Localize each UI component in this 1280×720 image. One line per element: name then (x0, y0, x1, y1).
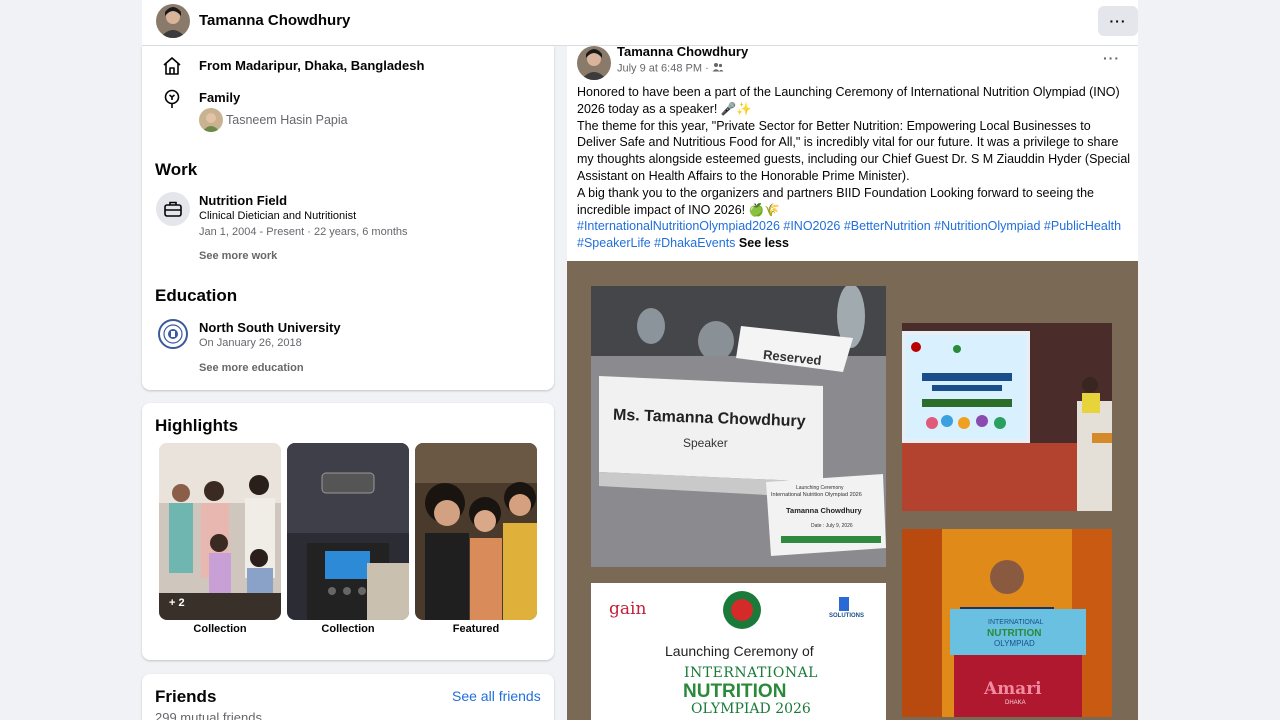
small-card-line1: Launching Ceremony (796, 485, 844, 491)
highlights-heading: Highlights (155, 416, 239, 435)
small-card-line2: International Nutrition Olympiad 2026 (771, 492, 862, 498)
family-icon (160, 87, 184, 111)
work-dates: Jan 1, 2004 - Present · 22 years, 6 mont… (199, 226, 408, 238)
small-card-date: Date : July 9, 2026 (811, 523, 853, 529)
highlight-caption: Featured (452, 623, 500, 635)
university-logo-icon (158, 319, 188, 349)
highlight-collection-1[interactable]: + 2 (159, 443, 281, 620)
briefcase-icon (156, 192, 190, 226)
post-photo-podium[interactable]: INTERNATIONAL NUTRITION OLYMPIAD Amari D… (902, 529, 1112, 717)
podium-city: DHAKA (1005, 700, 1026, 706)
see-all-friends-link[interactable]: See all friends (452, 688, 541, 704)
highlight-caption: Collection (193, 623, 247, 635)
post-meta: July 9 at 6:48 PM · (617, 62, 724, 75)
banner-line2: INTERNATIONAL (684, 665, 818, 681)
banner-line1: Launching Ceremony of (665, 643, 814, 659)
post-paragraph: A big thank you to the organizers and pa… (577, 185, 1094, 217)
post-photo-banner[interactable]: gain SOLUTIONS Launching Ceremony of INT… (591, 583, 886, 720)
highlight-featured[interactable] (415, 443, 537, 620)
post-card: Tamanna Chowdhury July 9 at 6:48 PM · ··… (567, 44, 1138, 720)
meta-separator: · (705, 62, 709, 75)
family-member-avatar[interactable] (199, 108, 223, 132)
podium-brand: Amari (984, 679, 1042, 699)
work-title[interactable]: Nutrition Field (199, 193, 287, 208)
profile-sticky-header: Tamanna Chowdhury ··· (142, 0, 1138, 46)
home-icon (160, 54, 184, 78)
podium-line2: NUTRITION (987, 628, 1042, 639)
post-photo-grid: Reserved Ms. Tamanna Chowdhury Speaker L… (567, 261, 1138, 720)
school-date: On January 26, 2018 (199, 337, 302, 349)
post-text: Honored to have been a part of the Launc… (577, 84, 1133, 252)
more-options-button[interactable]: ··· (1098, 6, 1138, 36)
podium-line3: OLYMPIAD (994, 639, 1035, 648)
banner-line3: NUTRITION (683, 681, 787, 702)
see-more-education-link[interactable]: See more education (199, 362, 304, 374)
post-photo-stage[interactable] (902, 323, 1112, 511)
intro-card: From Madaripur, Dhaka, Bangladesh Family… (142, 46, 554, 390)
post-author-name[interactable]: Tamanna Chowdhury (617, 44, 748, 59)
post-hashtags[interactable]: #InternationalNutritionOlympiad2026 #INO… (577, 219, 1121, 250)
banner-line4: OLYMPIAD 2026 (691, 701, 811, 717)
mutual-friends-count[interactable]: 299 mutual friends (155, 710, 262, 720)
post-paragraph: The theme for this year, "Private Sector… (577, 118, 1131, 183)
post-paragraph: Honored to have been a part of the Launc… (577, 85, 1120, 116)
profile-name[interactable]: Tamanna Chowdhury (199, 12, 350, 29)
small-card-name: Tamanna Chowdhury (786, 506, 862, 515)
work-role: Clinical Dietician and Nutritionist (199, 210, 357, 222)
post-photo-namecard[interactable]: Reserved Ms. Tamanna Chowdhury Speaker L… (591, 286, 886, 567)
gain-logo: gain (609, 599, 647, 619)
see-less-link[interactable]: See less (739, 236, 789, 250)
friends-card: Friends See all friends 299 mutual frien… (142, 674, 554, 720)
friends-heading: Friends (155, 687, 217, 706)
hometown-text: From Madaripur, Dhaka, Bangladesh (199, 58, 425, 73)
post-author-avatar[interactable] (577, 46, 611, 80)
education-heading: Education (155, 286, 238, 305)
family-label: Family (199, 90, 241, 105)
highlight-count-badge: + 2 (169, 597, 185, 609)
family-member-name[interactable]: Tasneem Hasin Papia (226, 113, 348, 127)
profile-avatar[interactable] (156, 4, 190, 38)
work-heading: Work (155, 160, 198, 179)
friends-privacy-icon[interactable] (712, 62, 724, 75)
partner-logo: SOLUTIONS (829, 613, 865, 619)
post-date[interactable]: July 9 at 6:48 PM (617, 62, 702, 74)
name-card-role: Speaker (683, 436, 728, 450)
post-options-button[interactable]: ··· (1103, 50, 1120, 66)
podium-line1: INTERNATIONAL (988, 619, 1044, 626)
see-more-work-link[interactable]: See more work (199, 250, 277, 262)
school-name[interactable]: North South University (199, 320, 341, 335)
highlight-caption: Collection (321, 623, 375, 635)
highlight-collection-2[interactable] (287, 443, 409, 620)
highlights-card: Highlights + 2 Collection Collection Fea… (142, 403, 554, 660)
